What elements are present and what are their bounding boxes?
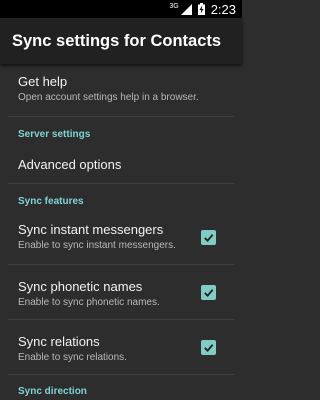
sync-instant-messengers-summary: Enable to sync instant messengers. <box>18 240 176 251</box>
get-help-title: Get help <box>18 74 68 89</box>
page-title: Sync settings for Contacts <box>12 31 222 50</box>
get-help-item[interactable]: Get help Open account settings help in a… <box>0 64 242 116</box>
advanced-options-item[interactable]: Advanced options <box>0 141 242 183</box>
category-sync-features: Sync features <box>18 196 84 207</box>
sync-instant-messengers-item[interactable]: Sync instant messengers Enable to sync i… <box>0 208 242 264</box>
sync-relations-summary: Enable to sync relations. <box>18 352 127 363</box>
sync-relations-title: Sync relations <box>18 334 100 349</box>
status-time: 2:23 <box>210 1 236 17</box>
sync-phonetic-names-checkbox[interactable] <box>201 285 216 300</box>
settings-list: Get help Open account settings help in a… <box>0 64 242 399</box>
sync-instant-messengers-checkbox[interactable] <box>201 230 216 245</box>
network-indicator: 3G <box>169 2 192 15</box>
category-sync-direction: Sync direction <box>18 386 87 397</box>
category-server-settings: Server settings <box>18 129 91 140</box>
network-type-label: 3G <box>169 2 179 10</box>
sync-relations-checkbox[interactable] <box>201 340 216 355</box>
check-icon <box>204 344 214 353</box>
status-bar: 3G 2:23 <box>0 0 242 18</box>
sync-relations-item[interactable]: Sync relations Enable to sync relations. <box>0 320 242 374</box>
check-icon <box>204 289 214 298</box>
check-icon <box>204 234 214 243</box>
advanced-options-title: Advanced options <box>18 157 122 172</box>
app-bar: Sync settings for Contacts <box>0 18 242 64</box>
sync-instant-messengers-title: Sync instant messengers <box>18 222 164 237</box>
sync-phonetic-names-title: Sync phonetic names <box>18 279 143 294</box>
sync-phonetic-names-item[interactable]: Sync phonetic names Enable to sync phone… <box>0 265 242 319</box>
signal-icon <box>180 3 192 15</box>
get-help-summary: Open account settings help in a browser. <box>18 92 199 103</box>
battery-charging-icon <box>197 3 205 15</box>
sync-phonetic-names-summary: Enable to sync phonetic names. <box>18 297 160 308</box>
